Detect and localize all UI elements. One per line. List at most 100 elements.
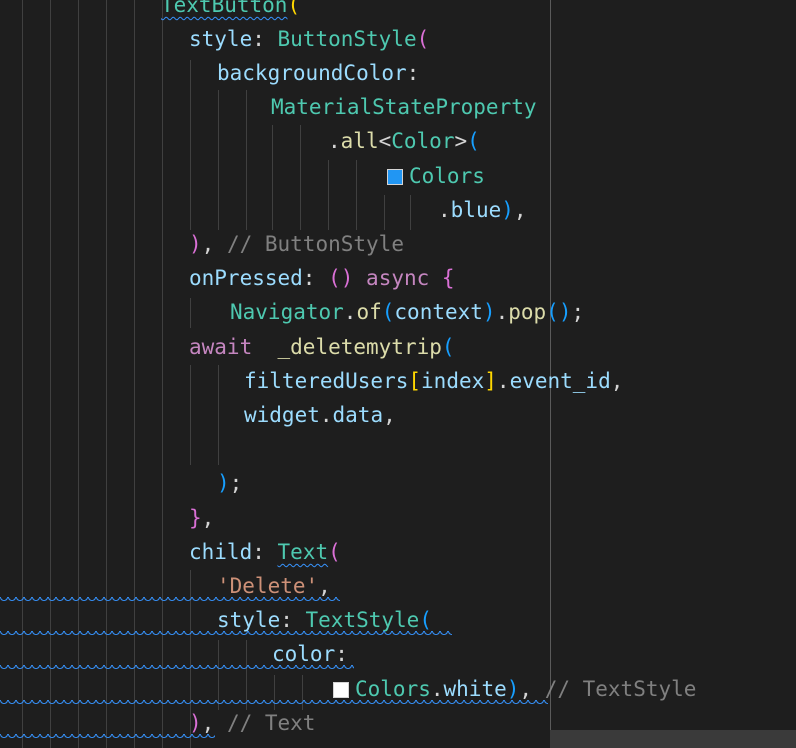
indent-guide — [218, 365, 219, 465]
color-swatch-icon[interactable] — [333, 682, 349, 698]
code-line[interactable]: style: ButtonStyle( — [189, 24, 429, 54]
indent-guide — [190, 60, 191, 230]
indent-guide — [272, 125, 273, 230]
function-token: _deletemytrip — [277, 335, 442, 359]
class-token: ButtonStyle — [277, 27, 417, 51]
paren: ( — [381, 300, 395, 324]
indent-guide — [218, 90, 219, 230]
code-line[interactable]: ), // ButtonStyle — [189, 229, 404, 259]
string-token: 'Delete' — [217, 574, 319, 598]
code-line[interactable]: Navigator.of(context).pop(); — [230, 297, 584, 327]
indent-guide — [246, 90, 247, 230]
indent-guide — [384, 195, 385, 230]
paren: ( — [419, 608, 432, 632]
keyword-token: await — [189, 335, 253, 359]
angle-bracket: > — [454, 129, 468, 153]
comment-token: // Text — [226, 711, 316, 735]
code-line[interactable]: Colors — [387, 161, 485, 191]
brace: } — [189, 506, 202, 530]
indent-guide — [190, 365, 191, 465]
comma: , — [513, 198, 527, 222]
class-token: TextStyle — [305, 608, 420, 632]
code-line[interactable]: filteredUsers[index].event_id, — [244, 366, 623, 396]
code-editor[interactable]: TextButton( style: ButtonStyle( backgrou… — [0, 0, 796, 748]
bracket: [ — [408, 369, 422, 393]
warning-squiggle — [0, 631, 452, 639]
property-token: white — [443, 677, 507, 701]
paren: ( — [416, 27, 430, 51]
dot: . — [430, 677, 444, 701]
dot: . — [496, 369, 510, 393]
comment-token: // TextStyle — [544, 677, 697, 701]
paren: ) — [506, 677, 520, 701]
indent-guide — [328, 160, 329, 230]
comma: , — [610, 369, 624, 393]
property-token: data — [332, 403, 384, 427]
property-token: event_id — [509, 369, 611, 393]
colon: : — [252, 27, 278, 51]
paren: ( — [467, 129, 480, 153]
warning-squiggle — [0, 700, 548, 708]
colon: : — [406, 61, 420, 85]
paren: ( — [328, 540, 341, 564]
comma: , — [201, 506, 215, 530]
variable-token: context — [394, 300, 483, 324]
code-line[interactable]: backgroundColor: — [217, 58, 419, 88]
function-token: all — [340, 129, 379, 153]
code-line[interactable]: ); — [217, 468, 242, 498]
code-line[interactable]: .blue), — [438, 195, 527, 225]
dot: . — [495, 300, 509, 324]
code-line[interactable]: await _deletemytrip( — [189, 332, 455, 362]
class-token: TextButton — [161, 0, 288, 17]
class-token: Colors — [409, 164, 485, 188]
property-token: child — [189, 540, 253, 564]
indent-guide — [410, 195, 411, 230]
code-line[interactable]: TextButton( — [161, 0, 300, 20]
paren: ) — [482, 300, 496, 324]
comma: , — [318, 574, 331, 598]
class-token: Colors — [355, 677, 431, 701]
class-token: Color — [391, 129, 455, 153]
dot: . — [438, 198, 451, 222]
warning-squiggle — [0, 665, 354, 673]
variable-token: index — [421, 369, 485, 393]
angle-bracket: < — [378, 129, 392, 153]
comma: , — [201, 711, 227, 735]
code-line[interactable]: .all<Color>( — [328, 126, 480, 156]
function-token: pop — [508, 300, 547, 324]
paren: ) — [189, 232, 202, 256]
property-token: style — [217, 608, 281, 632]
code-line[interactable]: child: Text( — [189, 537, 341, 567]
horizontal-scrollbar[interactable] — [550, 730, 796, 748]
keyword-token: async — [366, 266, 430, 290]
brace: { — [441, 266, 455, 290]
property-token: style — [189, 27, 253, 51]
warning-squiggle — [0, 597, 340, 605]
color-swatch-icon[interactable] — [387, 169, 403, 185]
comma: , — [519, 677, 545, 701]
class-token: Navigator — [230, 300, 344, 324]
paren: ( — [287, 0, 301, 17]
class-token: MaterialStateProperty — [271, 95, 537, 119]
indent-guide — [190, 298, 191, 328]
semicolon: ; — [229, 471, 243, 495]
property-token: color — [272, 642, 336, 666]
paren: () — [546, 300, 572, 324]
colon: : — [252, 540, 278, 564]
code-line[interactable]: widget.data, — [244, 400, 396, 430]
paren: ) — [217, 471, 230, 495]
code-line[interactable]: MaterialStateProperty — [271, 92, 537, 122]
colon: : — [335, 642, 348, 666]
comma: , — [383, 403, 396, 427]
paren: ) — [189, 711, 202, 735]
function-token: of — [356, 300, 382, 324]
property-token: blue — [450, 198, 502, 222]
semicolon: ; — [571, 300, 585, 324]
indent-guide — [300, 125, 301, 230]
code-line[interactable]: }, — [189, 503, 214, 533]
property-token: onPressed — [189, 266, 303, 290]
code-line[interactable]: onPressed: () async { — [189, 263, 455, 293]
variable-token: widget — [244, 403, 320, 427]
